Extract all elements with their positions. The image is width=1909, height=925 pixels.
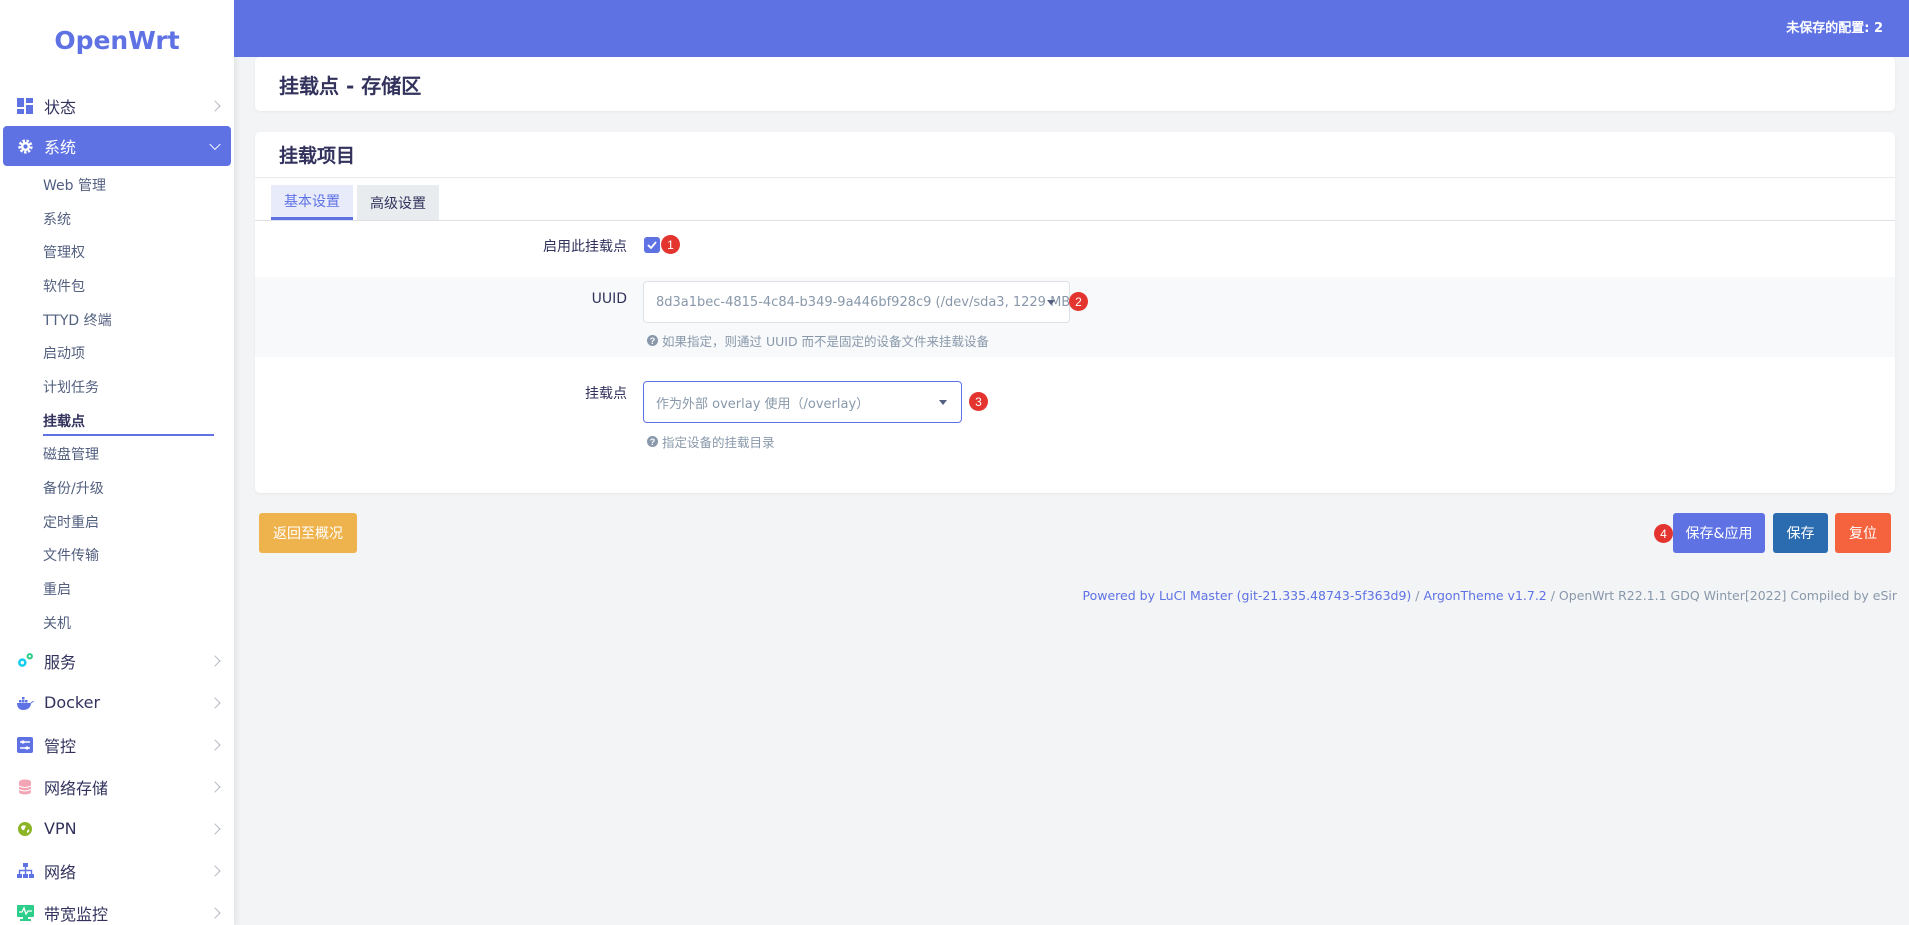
submenu-startup[interactable]: 启动项 (0, 336, 234, 370)
uuid-select[interactable]: 8d3a1bec-4815-4c84-b349-9a446bf928c9 (/d… (643, 281, 1070, 323)
submenu-admin[interactable]: 管理权 (0, 235, 234, 269)
annotation-badge: 4 (1654, 524, 1673, 543)
dropdown-caret-icon (939, 400, 947, 405)
mountpoint-hint: ? 指定设备的挂载目录 (647, 432, 775, 451)
reset-button[interactable]: 复位 (1835, 513, 1891, 553)
openwrt-logo[interactable]: OpenWrt (0, 0, 234, 80)
monitor-icon (16, 904, 34, 922)
sidebar-item-label: 网络存储 (44, 778, 109, 798)
submenu-packages[interactable]: 软件包 (0, 269, 234, 303)
tab-bar: 基本设置 高级设置 (255, 178, 1895, 221)
save-button[interactable]: 保存 (1773, 513, 1828, 553)
submenu-timed-reboot[interactable]: 定时重启 (0, 505, 234, 539)
uuid-value: 8d3a1bec-4815-4c84-b349-9a446bf928c9 (/d… (656, 294, 1070, 310)
storage-icon (16, 778, 34, 796)
submenu-mountpoints[interactable]: 挂载点 (0, 404, 234, 438)
footer-separator: / (1411, 588, 1424, 603)
uuid-row: UUID 8d3a1bec-4815-4c84-b349-9a446bf928c… (255, 277, 1895, 357)
chevron-right-icon (209, 100, 221, 112)
submenu-backup[interactable]: 备份/升级 (0, 471, 234, 505)
sidebar: OpenWrt 状态 系统 Web 管理 系统 管理权 软件包 TTYD 终端 … (0, 0, 234, 925)
footer-build-info: / OpenWrt R22.1.1 GDQ Winter[2022] Compi… (1546, 588, 1897, 603)
sidebar-item-label: VPN (44, 819, 77, 839)
submenu-web-admin[interactable]: Web 管理 (0, 168, 234, 202)
section-title: 挂载项目 (255, 132, 1895, 178)
sidebar-item-status[interactable]: 状态 (3, 86, 231, 126)
sidebar-item-control[interactable]: 管控 (3, 724, 231, 766)
enable-row: 启用此挂载点 1 (255, 222, 1895, 269)
sidebar-item-label: 状态 (44, 98, 77, 117)
sidebar-item-services[interactable]: 服务 (3, 640, 231, 682)
sidebar-item-bandwidth[interactable]: 带宽监控 (3, 892, 231, 925)
sidebar-item-system[interactable]: 系统 (3, 126, 231, 166)
mount-section-card: 挂载项目 基本设置 高级设置 启用此挂载点 1 UUID 8d3a1bec-48… (255, 132, 1895, 493)
sidebar-item-network[interactable]: 网络 (3, 850, 231, 892)
chevron-down-icon (209, 138, 221, 151)
sidebar-item-vpn[interactable]: VPN (3, 808, 231, 850)
sidebar-item-label: 服务 (44, 652, 77, 672)
tab-advanced-settings[interactable]: 高级设置 (357, 185, 439, 220)
enable-label: 启用此挂载点 (543, 239, 627, 255)
submenu-file-transfer[interactable]: 文件传输 (0, 539, 234, 573)
dashboard-icon (16, 97, 34, 115)
submenu-disk[interactable]: 磁盘管理 (0, 438, 234, 472)
dropdown-caret-icon (1047, 300, 1055, 305)
sidebar-item-docker[interactable]: Docker (3, 682, 231, 724)
mountpoint-value: 作为外部 overlay 使用（/overlay） (656, 396, 870, 412)
annotation-badge: 3 (969, 392, 988, 411)
services-icon (16, 652, 34, 670)
docker-icon (16, 694, 34, 712)
luci-link[interactable]: Powered by LuCI Master (git-21.335.48743… (1083, 588, 1412, 603)
submenu-system[interactable]: 系统 (0, 202, 234, 236)
mountpoint-row: 挂载点 作为外部 overlay 使用（/overlay） 3 ? 指定设备的挂… (255, 377, 1895, 451)
sidebar-item-storage[interactable]: 网络存储 (3, 766, 231, 808)
chevron-right-icon (209, 654, 221, 667)
chevron-right-icon (209, 738, 221, 751)
footer: Powered by LuCI Master (git-21.335.48743… (1083, 588, 1897, 603)
network-icon (16, 862, 34, 880)
sidebar-item-label: Docker (44, 693, 101, 713)
unsaved-changes-link[interactable]: 未保存的配置: 2 (1786, 17, 1883, 36)
enable-checkbox[interactable] (644, 237, 660, 253)
vpn-icon (16, 820, 34, 838)
sidebar-item-label: 系统 (44, 138, 77, 157)
submenu-reboot[interactable]: 重启 (0, 572, 234, 606)
back-to-overview-button[interactable]: 返回至概况 (259, 513, 357, 553)
submenu-ttyd[interactable]: TTYD 终端 (0, 303, 234, 337)
chevron-right-icon (209, 906, 221, 919)
tab-basic-settings[interactable]: 基本设置 (271, 185, 353, 220)
page-title: 挂载点 - 存储区 (255, 57, 1895, 111)
annotation-badge: 1 (661, 235, 680, 254)
submenu-shutdown[interactable]: 关机 (0, 606, 234, 640)
chevron-right-icon (209, 864, 221, 877)
save-apply-button[interactable]: 保存&应用 (1673, 513, 1765, 553)
uuid-hint-text: 如果指定，则通过 UUID 而不是固定的设备文件来挂载设备 (662, 334, 990, 349)
help-icon: ? (647, 335, 658, 346)
sidebar-item-label: 网络 (44, 862, 77, 882)
gear-icon (16, 137, 34, 155)
chevron-right-icon (209, 696, 221, 709)
sidebar-item-label: 管控 (44, 736, 77, 756)
uuid-label: UUID (591, 291, 627, 307)
uuid-hint: ? 如果指定，则通过 UUID 而不是固定的设备文件来挂载设备 (647, 331, 989, 350)
argon-theme-link[interactable]: ArgonTheme v1.7.2 (1423, 588, 1546, 603)
control-icon (16, 736, 34, 754)
mountpoint-select[interactable]: 作为外部 overlay 使用（/overlay） (643, 381, 962, 423)
mountpoint-hint-text: 指定设备的挂载目录 (662, 435, 775, 450)
chevron-right-icon (209, 780, 221, 793)
sidebar-item-label: 带宽监控 (44, 904, 109, 924)
chevron-right-icon (209, 822, 221, 835)
help-icon: ? (647, 436, 658, 447)
submenu-crontab[interactable]: 计划任务 (0, 370, 234, 404)
mountpoint-label: 挂载点 (585, 386, 627, 402)
header-bar: 未保存的配置: 2 (234, 0, 1909, 57)
annotation-badge: 2 (1069, 292, 1088, 311)
